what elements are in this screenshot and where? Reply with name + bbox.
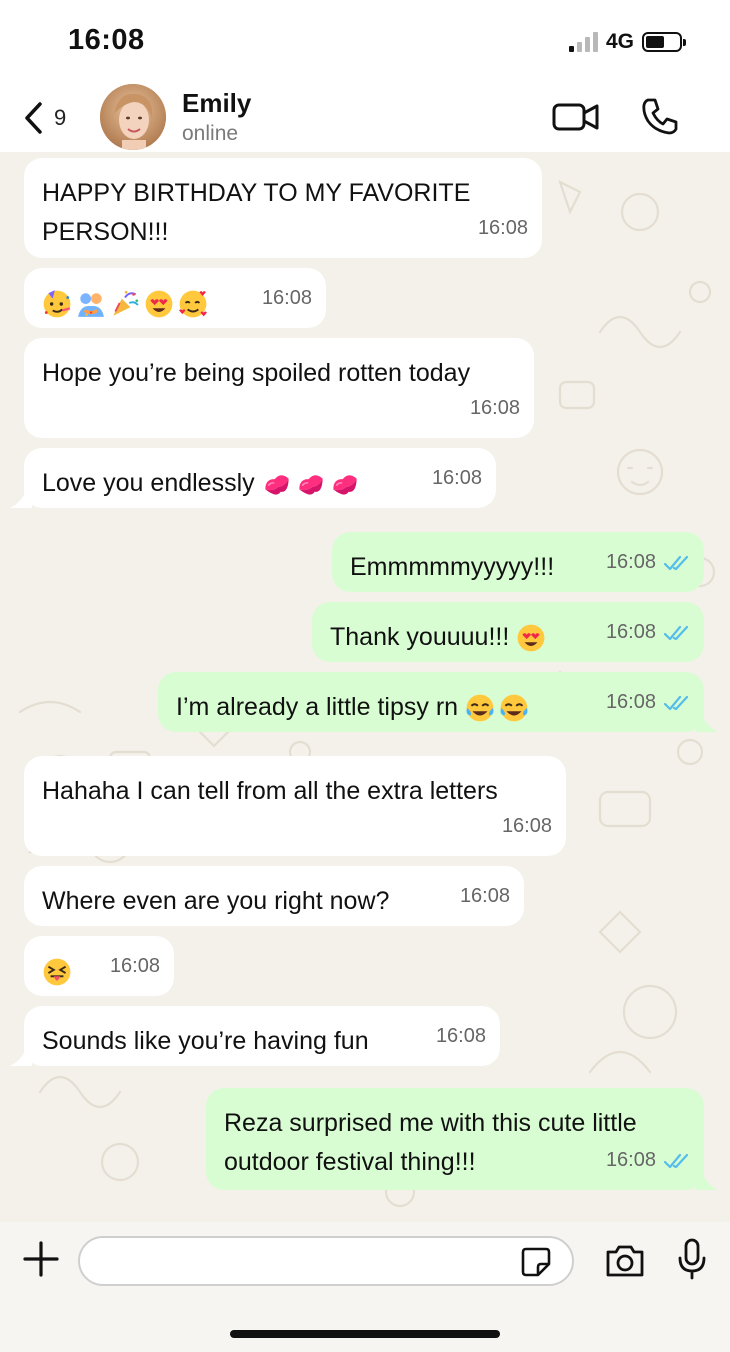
- incoming-message[interactable]: 16:08: [24, 936, 174, 996]
- status-indicators: 4G: [568, 30, 686, 54]
- message-meta: 16:08: [606, 613, 690, 652]
- chevron-left-icon: [25, 102, 42, 134]
- signal-icon: [568, 32, 598, 52]
- message-time: 16:08: [459, 885, 510, 907]
- status-time: 16:08: [68, 24, 145, 56]
- message-time: 16:08: [477, 217, 528, 239]
- message-time: 16:08: [261, 287, 312, 309]
- network-type: 4G: [605, 30, 634, 53]
- message-text: Reza surprised me with this cute little …: [224, 1109, 637, 1176]
- message-meta: 16:08: [460, 877, 510, 916]
- message-text: Sounds like you’re having fun: [42, 1027, 369, 1055]
- message-time: 16:08: [605, 1149, 656, 1171]
- squinting-tongue-icon: [43, 958, 71, 986]
- sticker-icon[interactable]: [520, 1246, 552, 1278]
- incoming-message[interactable]: Hahaha I can tell from all the extra let…: [24, 756, 566, 856]
- message-text: Thank youuuu!!!: [330, 623, 510, 651]
- incoming-message[interactable]: Love you endlessly 16:08: [10, 448, 496, 508]
- contact-status: online: [182, 122, 239, 145]
- message-text: I’m already a little tipsy rn: [176, 693, 459, 721]
- message-meta: 16:08: [502, 807, 552, 846]
- smiling-face-with-hearts-icon: [179, 290, 207, 318]
- message-meta: 16:08: [606, 543, 690, 582]
- heart-eyes-icon: [145, 290, 173, 318]
- plus-icon[interactable]: [22, 1240, 60, 1278]
- microphone-icon[interactable]: [676, 1238, 708, 1280]
- message-time: 16:08: [605, 691, 656, 713]
- bubble-tail: [696, 1172, 718, 1190]
- video-call-icon[interactable]: [552, 96, 600, 136]
- double-check-icon: [664, 695, 689, 710]
- tears-of-joy-icon: [466, 694, 494, 722]
- partying-face-icon: [43, 290, 71, 318]
- message-meta: 16:08: [606, 1141, 690, 1180]
- incoming-message[interactable]: HAPPY BIRTHDAY TO MY FAVORITE PERSON!!! 1…: [24, 158, 542, 258]
- kiss-mark-icon: [332, 475, 357, 495]
- double-check-icon: [664, 1153, 689, 1168]
- message-meta: 16:08: [436, 1017, 486, 1056]
- bubble-tail: [10, 490, 32, 508]
- bubble-tail: [696, 714, 718, 732]
- phone-call-icon[interactable]: [640, 96, 680, 136]
- message-meta: 16:08: [478, 209, 528, 248]
- chat-area[interactable]: HAPPY BIRTHDAY TO MY FAVORITE PERSON!!! 1…: [0, 152, 730, 1222]
- incoming-message[interactable]: Where even are you right now? 16:08: [24, 866, 524, 926]
- back-button[interactable]: 9: [22, 96, 66, 140]
- kiss-mark-icon: [298, 475, 323, 495]
- status-bar: 16:08 4G: [0, 0, 730, 82]
- outgoing-message[interactable]: Thank youuuu!!! 16:08: [312, 602, 704, 662]
- incoming-message[interactable]: Hope you’re being spoiled rotten today 16…: [24, 338, 534, 438]
- message-time: 16:08: [435, 1025, 486, 1047]
- message-text: HAPPY BIRTHDAY TO MY FAVORITE PERSON!!!: [42, 179, 471, 246]
- message-time: 16:08: [605, 551, 656, 573]
- heart-eyes-icon: [517, 624, 545, 652]
- battery-icon: [642, 32, 686, 52]
- message-text: Love you endlessly: [42, 469, 255, 497]
- kiss-mark-icon: [264, 475, 289, 495]
- message-time: 16:08: [469, 397, 520, 419]
- message-meta: 16:08: [606, 683, 690, 722]
- message-text: Hope you’re being spoiled rotten today: [42, 359, 471, 387]
- message-meta: 16:08: [432, 459, 482, 498]
- message-meta: 16:08: [262, 279, 312, 318]
- double-check-icon: [664, 555, 689, 570]
- outgoing-message[interactable]: Reza surprised me with this cute little …: [206, 1088, 718, 1190]
- home-indicator: [230, 1330, 500, 1338]
- double-check-icon: [664, 625, 689, 640]
- bubble-tail: [10, 1048, 32, 1066]
- message-input[interactable]: [78, 1236, 574, 1286]
- party-popper-icon: [113, 291, 139, 317]
- message-time: 16:08: [431, 467, 482, 489]
- tears-of-joy-icon: [500, 694, 528, 722]
- message-text: Hahaha I can tell from all the extra let…: [42, 777, 498, 805]
- camera-icon[interactable]: [604, 1242, 646, 1280]
- message-text: Where even are you right now?: [42, 887, 390, 915]
- chat-header: 9 Emily online: [0, 82, 730, 152]
- contact-name[interactable]: Emily: [182, 88, 251, 119]
- people-hugging-icon: [78, 293, 104, 318]
- message-time: 16:08: [109, 955, 160, 977]
- message-text: Emmmmmyyyyy!!!: [350, 553, 555, 581]
- message-meta: 16:08: [470, 389, 520, 428]
- avatar[interactable]: [100, 84, 166, 150]
- outgoing-message[interactable]: I’m already a little tipsy rn 16:08: [158, 672, 718, 732]
- message-time: 16:08: [605, 621, 656, 643]
- message-time: 16:08: [501, 815, 552, 837]
- message-meta: 16:08: [110, 947, 160, 986]
- outgoing-message[interactable]: Emmmmmyyyyy!!! 16:08: [332, 532, 704, 592]
- incoming-message[interactable]: Sounds like you’re having fun 16:08: [10, 1006, 500, 1066]
- unread-count: 9: [54, 105, 67, 130]
- incoming-message[interactable]: 16:08: [24, 268, 326, 328]
